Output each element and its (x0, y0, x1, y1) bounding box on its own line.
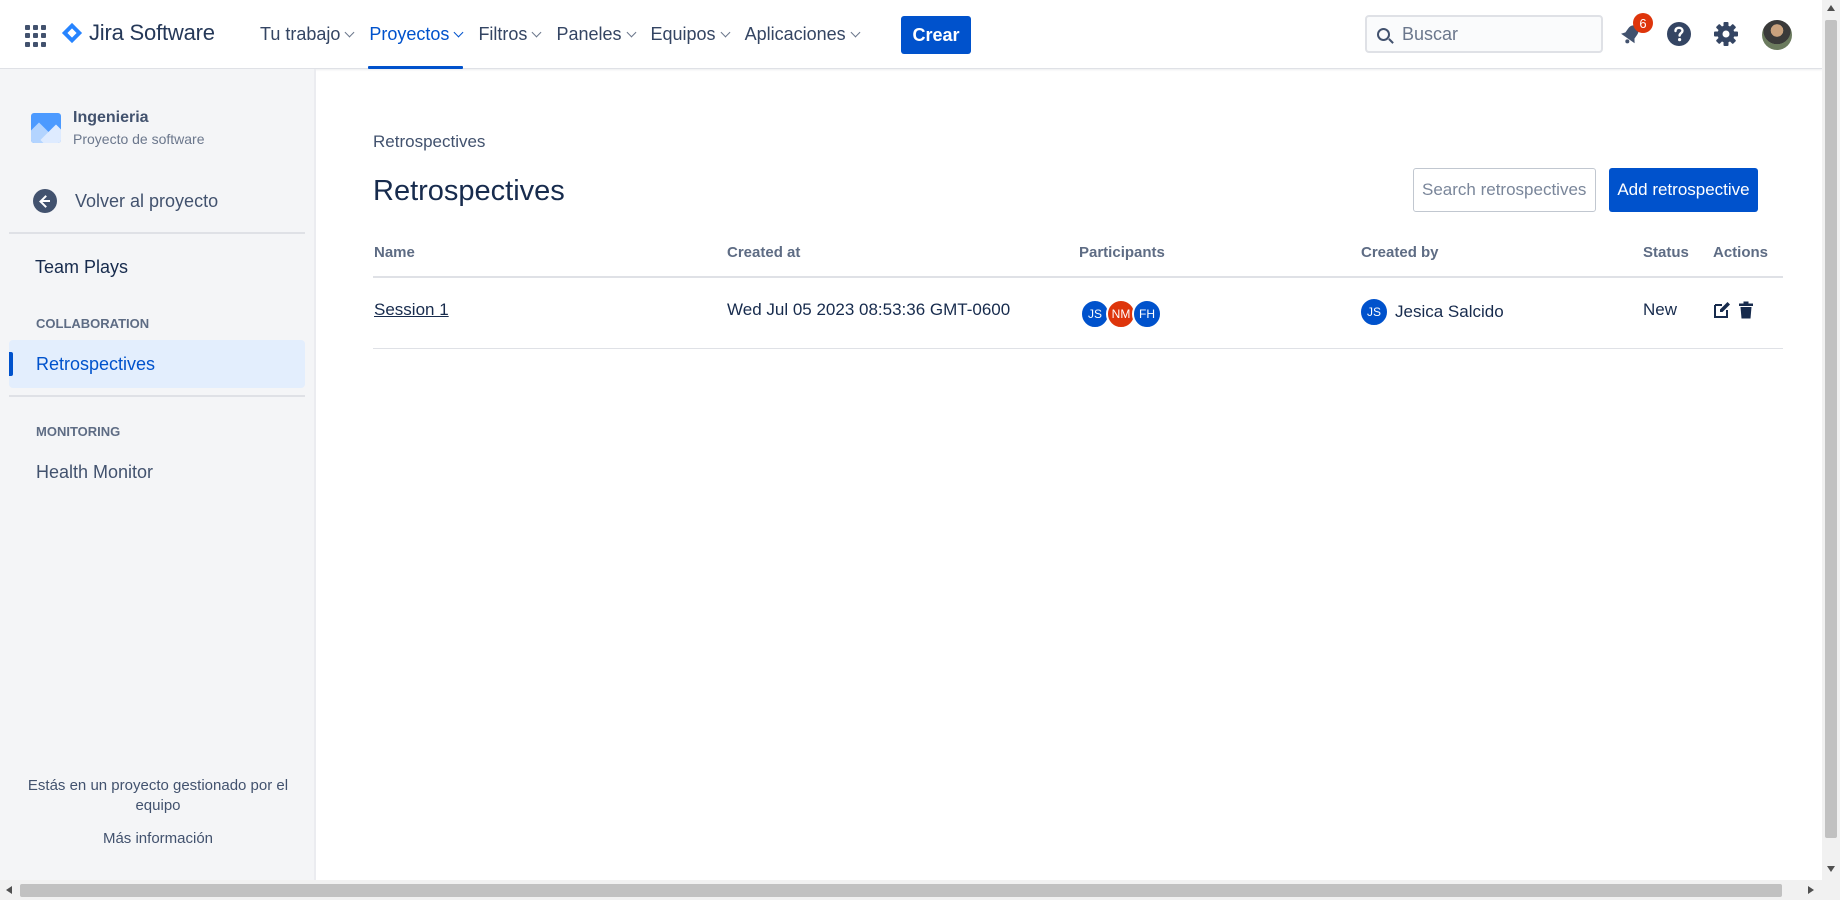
nav-label: Paneles (556, 24, 622, 44)
help-icon (1667, 22, 1691, 46)
arrow-left-circle-icon (33, 189, 57, 213)
user-avatar[interactable] (1762, 20, 1792, 50)
nav-proyectos[interactable]: Proyectos (361, 0, 470, 69)
jira-diamond-icon (61, 22, 83, 44)
global-search-input[interactable] (1402, 23, 1582, 45)
vertical-scrollbar-thumb[interactable] (1825, 20, 1837, 838)
chevron-down-icon (453, 27, 464, 37)
project-name: Ingenieria (73, 109, 149, 126)
page-title: Retrospectives (373, 175, 565, 207)
table-header: Name Created at Participants Created by … (373, 242, 1783, 278)
col-participants[interactable]: Participants (1079, 244, 1165, 261)
col-status[interactable]: Status (1643, 244, 1689, 261)
sidebar-item-team-plays[interactable]: Team Plays (35, 257, 128, 278)
back-label: Volver al proyecto (75, 190, 219, 211)
search-icon (1377, 27, 1390, 41)
participant-avatar[interactable]: FH (1132, 299, 1162, 329)
col-actions: Actions (1713, 244, 1769, 261)
settings-button[interactable] (1712, 20, 1740, 48)
breadcrumb[interactable]: Retrospectives (373, 132, 485, 152)
edit-icon[interactable] (1713, 301, 1731, 319)
nav-paneles[interactable]: Paneles (548, 0, 642, 69)
nav-filtros[interactable]: Filtros (470, 0, 548, 69)
primary-nav: Tu trabajo Proyectos Filtros Paneles Equ… (252, 0, 867, 69)
back-to-project-link[interactable]: Volver al proyecto (33, 189, 218, 213)
chevron-down-icon (344, 27, 355, 37)
col-created-at[interactable]: Created at (727, 244, 800, 261)
project-sidebar: Ingenieria Proyecto de software Volver a… (0, 69, 316, 880)
creator-avatar[interactable]: JS (1359, 297, 1389, 327)
global-search[interactable] (1365, 15, 1603, 53)
nav-label: Filtros (478, 24, 528, 44)
project-type: Proyecto de software (73, 131, 205, 147)
nav-label: Equipos (650, 24, 716, 44)
sidebar-divider (9, 232, 305, 234)
team-managed-note: Estás en un proyecto gestionado por el e… (27, 777, 289, 814)
project-avatar-icon (31, 113, 61, 143)
nav-label: Proyectos (369, 24, 450, 44)
vertical-scrollbar[interactable] (1822, 0, 1840, 880)
horizontal-scrollbar-thumb[interactable] (20, 884, 1782, 897)
jira-logo[interactable]: Jira Software (61, 20, 215, 46)
scroll-left-arrow-icon[interactable] (6, 886, 12, 894)
scroll-up-arrow-icon[interactable] (1827, 5, 1835, 11)
more-info-link[interactable]: Más información (20, 830, 296, 847)
chevron-down-icon (531, 27, 542, 37)
nav-label: Tu trabajo (260, 24, 341, 44)
created-by-cell: JS Jesica Salcido (1359, 297, 1504, 327)
created-at-value: Wed Jul 05 2023 08:53:36 GMT-0600 (727, 300, 1011, 319)
section-monitoring: MONITORING (36, 424, 121, 439)
sidebar-item-health-monitor[interactable]: Health Monitor (36, 462, 153, 483)
project-header[interactable]: Ingenieria Proyecto de software (31, 109, 205, 147)
chevron-down-icon (850, 27, 861, 37)
chevron-down-icon (720, 27, 731, 37)
search-retrospectives-input[interactable] (1413, 168, 1596, 212)
table-row: Session 1 Wed Jul 05 2023 08:53:36 GMT-0… (373, 279, 1783, 349)
col-created-by[interactable]: Created by (1361, 244, 1439, 261)
app-switcher-icon[interactable] (25, 25, 47, 47)
help-button[interactable] (1665, 20, 1693, 48)
section-collaboration: COLLABORATION (36, 316, 150, 331)
add-retrospective-button[interactable]: Add retrospective (1609, 168, 1758, 212)
sidebar-item-label: Retrospectives (36, 353, 156, 374)
logo-text: Jira Software (89, 20, 215, 45)
nav-equipos[interactable]: Equipos (643, 0, 737, 69)
scroll-down-arrow-icon[interactable] (1827, 866, 1835, 872)
sidebar-divider (9, 395, 305, 397)
trash-icon[interactable] (1737, 301, 1755, 319)
gear-icon (1714, 22, 1738, 46)
row-actions (1713, 301, 1755, 319)
create-button[interactable]: Crear (901, 16, 971, 54)
session-name-link[interactable]: Session 1 (374, 300, 449, 320)
nav-tu-trabajo[interactable]: Tu trabajo (252, 0, 361, 69)
horizontal-scrollbar[interactable] (0, 880, 1840, 900)
col-name[interactable]: Name (374, 244, 415, 261)
sidebar-item-retrospectives[interactable]: Retrospectives (9, 340, 305, 388)
top-navigation: Jira Software Tu trabajo Proyectos Filtr… (0, 0, 1822, 69)
nav-aplicaciones[interactable]: Aplicaciones (737, 0, 867, 69)
status-value: New (1643, 300, 1678, 319)
creator-name: Jesica Salcido (1395, 302, 1504, 321)
notification-badge: 6 (1633, 13, 1653, 33)
nav-label: Aplicaciones (744, 24, 846, 44)
participants-list: JS NM FH (1080, 299, 1162, 329)
chevron-down-icon (626, 27, 636, 37)
scroll-right-arrow-icon[interactable] (1808, 886, 1814, 894)
